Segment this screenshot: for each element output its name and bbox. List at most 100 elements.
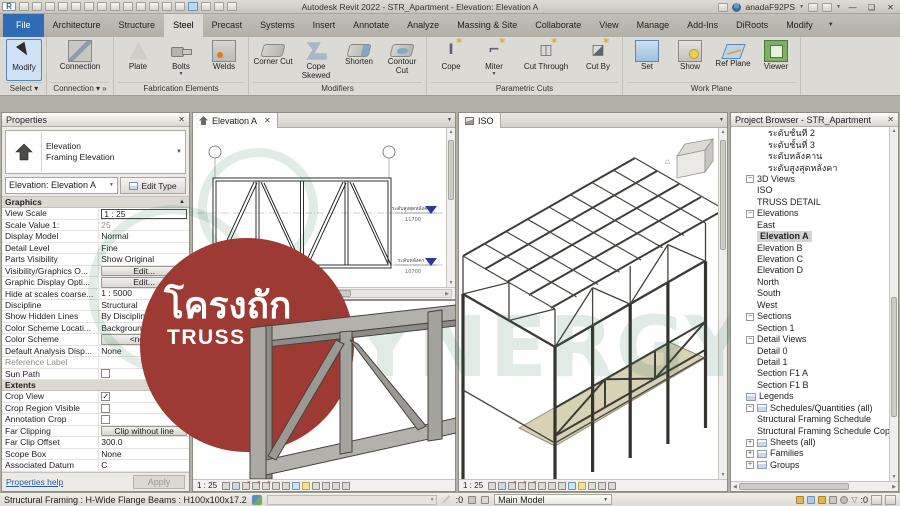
property-value-far-clip-offset[interactable]: 300.0 bbox=[99, 437, 189, 447]
signed-in-user[interactable]: anadaF92PS bbox=[745, 2, 795, 12]
ribbon-tab-precast[interactable]: Precast bbox=[203, 14, 252, 37]
type-caret-icon[interactable]: ▼ bbox=[173, 149, 185, 155]
viewer-button[interactable]: Viewer bbox=[756, 39, 796, 72]
miter-button[interactable]: Miter▼ bbox=[474, 39, 514, 76]
reveal-hidden-elements-icon[interactable] bbox=[302, 482, 310, 490]
browser-item-3d-views[interactable]: −3D Views bbox=[731, 174, 898, 185]
scroll-up-icon[interactable]: ▲ bbox=[447, 129, 455, 135]
properties-section-graphics[interactable]: Graphics▲ bbox=[2, 197, 189, 208]
section-icon[interactable] bbox=[175, 2, 185, 11]
browser-item-[interactable]: ระดับสูงสุดหลังคา bbox=[731, 162, 898, 173]
ribbon-group-label[interactable]: Modifiers bbox=[253, 82, 422, 95]
ribbon-group-label[interactable]: Connection ▾ » bbox=[51, 82, 109, 95]
undo-icon[interactable] bbox=[71, 2, 81, 11]
expand-icon[interactable]: − bbox=[746, 336, 754, 344]
apply-button[interactable]: Apply bbox=[133, 475, 185, 489]
app-store-icon[interactable] bbox=[808, 3, 818, 12]
browser-vertical-scrollbar[interactable]: ▲ ▼ bbox=[889, 127, 898, 481]
scroll-down-icon[interactable]: ▼ bbox=[719, 472, 727, 478]
property-value-detail-level[interactable]: Fine bbox=[99, 243, 189, 253]
expand-icon[interactable]: + bbox=[746, 439, 754, 447]
show-button[interactable]: Show bbox=[670, 39, 710, 72]
property-value-display-model[interactable]: Normal bbox=[99, 231, 189, 241]
browser-horizontal-scrollbar[interactable]: ◀ ▶ bbox=[731, 481, 898, 491]
properties-help-link[interactable]: Properties help bbox=[6, 477, 63, 487]
view-selector-dropdown[interactable]: Elevation: Elevation A▼ bbox=[5, 177, 118, 194]
welds-button[interactable]: Welds bbox=[204, 39, 244, 72]
reveal-constraints-icon[interactable] bbox=[608, 482, 616, 490]
contour-cut-button[interactable]: Contour Cut bbox=[382, 39, 422, 75]
crop-view-icon[interactable] bbox=[538, 482, 546, 490]
print-icon[interactable] bbox=[97, 2, 107, 11]
revit-logo-icon[interactable] bbox=[2, 2, 16, 11]
links-icon[interactable] bbox=[829, 496, 837, 504]
ribbon-group-label[interactable]: Parametric Cuts bbox=[431, 82, 618, 95]
expand-icon[interactable]: − bbox=[746, 313, 754, 321]
browser-item-truss-detail[interactable]: TRUSS DETAIL bbox=[731, 197, 898, 208]
iso-vertical-scrollbar[interactable]: ▲ ▼ bbox=[718, 128, 727, 479]
scroll-up-icon[interactable]: ▲ bbox=[719, 129, 727, 135]
ribbon-tab-file[interactable]: File bbox=[3, 14, 44, 37]
browser-item-legends[interactable]: Legends bbox=[731, 391, 898, 402]
cut-by-button[interactable]: Cut By bbox=[578, 39, 618, 72]
unlocked-3d-view-icon[interactable] bbox=[558, 482, 566, 490]
customize-icon[interactable] bbox=[227, 2, 237, 11]
expand-icon[interactable]: − bbox=[746, 175, 754, 183]
shadows-icon[interactable] bbox=[252, 482, 260, 490]
browser-item-elevation-d[interactable]: Elevation D bbox=[731, 265, 898, 276]
ribbon-tab-manage[interactable]: Manage bbox=[628, 14, 679, 37]
ribbon-tab-diroots[interactable]: DiRoots bbox=[727, 14, 777, 37]
show-rendering-dialog-icon[interactable] bbox=[528, 482, 536, 490]
reveal-constraints-icon[interactable] bbox=[332, 482, 340, 490]
ribbon-tab-view[interactable]: View bbox=[590, 14, 627, 37]
editable-only-pencil-icon[interactable] bbox=[442, 495, 451, 504]
browser-item-detail-1[interactable]: Detail 1 bbox=[731, 357, 898, 368]
browser-item-west[interactable]: West bbox=[731, 300, 898, 311]
design-options-field[interactable]: ▼ bbox=[267, 495, 437, 505]
press-drag-icon[interactable] bbox=[481, 496, 489, 504]
sun-path-icon[interactable] bbox=[242, 482, 250, 490]
ribbon-tab-add-ins[interactable]: Add-Ins bbox=[678, 14, 727, 37]
pane-layout-icon[interactable] bbox=[885, 495, 896, 505]
tab-iso[interactable]: ISO bbox=[459, 113, 501, 128]
cope-button[interactable]: Cope bbox=[431, 39, 471, 72]
property-value-view-scale[interactable]: 1 : 25 bbox=[99, 208, 189, 218]
ribbon-tab-collaborate[interactable]: Collaborate bbox=[526, 14, 590, 37]
temporary-view-properties-icon[interactable] bbox=[598, 482, 606, 490]
browser-item-structural-framing-schedule[interactable]: Structural Framing Schedule bbox=[731, 414, 898, 425]
expand-icon[interactable]: − bbox=[746, 404, 754, 412]
modify-tab-caret-icon[interactable]: ▼ bbox=[822, 14, 840, 37]
worksharing-status-icon[interactable] bbox=[252, 495, 262, 505]
browser-item-iso[interactable]: ISO bbox=[731, 185, 898, 196]
property-value-far-clipping[interactable]: Clip without line bbox=[99, 426, 189, 436]
visual-style-icon[interactable] bbox=[232, 482, 240, 490]
shorten-button[interactable]: Shorten bbox=[339, 39, 379, 67]
expand-icon[interactable]: − bbox=[746, 210, 754, 218]
reveal-hidden-elements-icon[interactable] bbox=[578, 482, 586, 490]
scale-control[interactable]: 1 : 25 bbox=[463, 481, 483, 490]
browser-item-elevation-b[interactable]: Elevation B bbox=[731, 242, 898, 253]
ribbon-tab-architecture[interactable]: Architecture bbox=[44, 14, 110, 37]
edit-type-button[interactable]: Edit Type bbox=[120, 177, 186, 194]
browser-item-[interactable]: ระดับหลังคาน bbox=[731, 151, 898, 162]
tab-list-caret-icon[interactable]: ▼ bbox=[719, 117, 724, 123]
switch-windows-icon[interactable] bbox=[214, 2, 224, 11]
ribbon-tab-structure[interactable]: Structure bbox=[110, 14, 165, 37]
property-value-scope-box[interactable]: None bbox=[99, 449, 189, 459]
browser-item-east[interactable]: East bbox=[731, 220, 898, 231]
editing-requests-icon[interactable] bbox=[807, 496, 815, 504]
corner-cut-button[interactable]: Corner Cut bbox=[253, 39, 293, 67]
visual-style-icon[interactable] bbox=[498, 482, 506, 490]
type-selector[interactable]: Elevation Framing Elevation ▼ bbox=[5, 130, 186, 174]
account-avatar-icon[interactable] bbox=[732, 3, 741, 12]
help-caret-icon[interactable]: ▼ bbox=[836, 4, 841, 10]
close-button[interactable]: ✕ bbox=[883, 1, 898, 14]
close-view-icon[interactable]: ✕ bbox=[264, 116, 271, 125]
measure-icon[interactable] bbox=[110, 2, 120, 11]
modify-button[interactable]: Modify bbox=[6, 39, 42, 81]
browser-item-sheets-all[interactable]: +Sheets (all) bbox=[731, 437, 898, 448]
tag-icon[interactable] bbox=[136, 2, 146, 11]
property-value-scale-value-1[interactable]: 25 bbox=[99, 220, 189, 230]
plate-button[interactable]: Plate bbox=[118, 39, 158, 72]
browser-item-detail-views[interactable]: −Detail Views bbox=[731, 334, 898, 345]
